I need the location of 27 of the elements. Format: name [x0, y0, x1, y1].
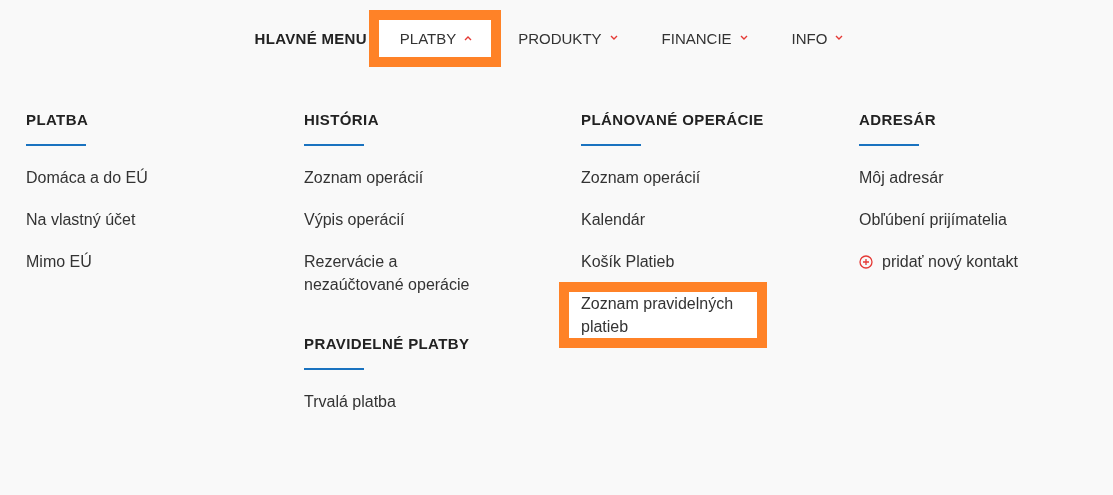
menu-link[interactable]: Trvalá platba	[304, 390, 484, 413]
menu-link[interactable]: Kalendár	[581, 208, 761, 231]
caret-icon	[609, 35, 618, 41]
caret-icon	[835, 35, 844, 41]
menu-link[interactable]: Košík Platieb	[581, 250, 761, 273]
menu-link[interactable]: Obľúbení prijímatelia	[859, 208, 1039, 231]
plus-circle-icon	[859, 254, 873, 269]
menu-link[interactable]: Zoznam operácií	[581, 166, 761, 189]
add-contact-link[interactable]: pridať nový kontakt	[859, 250, 1109, 273]
menu-title: HLAVNÉ MENU	[254, 29, 367, 47]
menu-link[interactable]: Domáca a do EÚ	[26, 166, 206, 189]
section-heading: HISTÓRIA	[304, 110, 380, 130]
section-heading: PRAVIDELNÉ PLATBY	[304, 334, 471, 354]
nav-menu-item[interactable]: PLATBY	[368, 9, 502, 67]
menu-link[interactable]: Zoznam pravidelných platieb	[559, 282, 767, 348]
menu-link[interactable]: Môj adresár	[859, 166, 1039, 189]
menu-link[interactable]: Mimo EÚ	[26, 250, 206, 273]
menu-link[interactable]: Na vlastný účet	[26, 208, 206, 231]
link-label: pridať nový kontakt	[882, 252, 1018, 272]
caret-icon	[464, 35, 473, 41]
caret-icon	[739, 35, 748, 41]
menu-link[interactable]: Výpis operácií	[304, 208, 484, 231]
menu-link[interactable]: Rezervácie a nezaúčtované operácie	[304, 250, 484, 296]
section-heading: PLÁNOVANÉ OPERÁCIE	[581, 110, 765, 130]
section-heading: ADRESÁR	[859, 110, 937, 130]
section-heading: PLATBA	[26, 110, 90, 130]
menu-link[interactable]: Zoznam operácií	[304, 166, 484, 189]
